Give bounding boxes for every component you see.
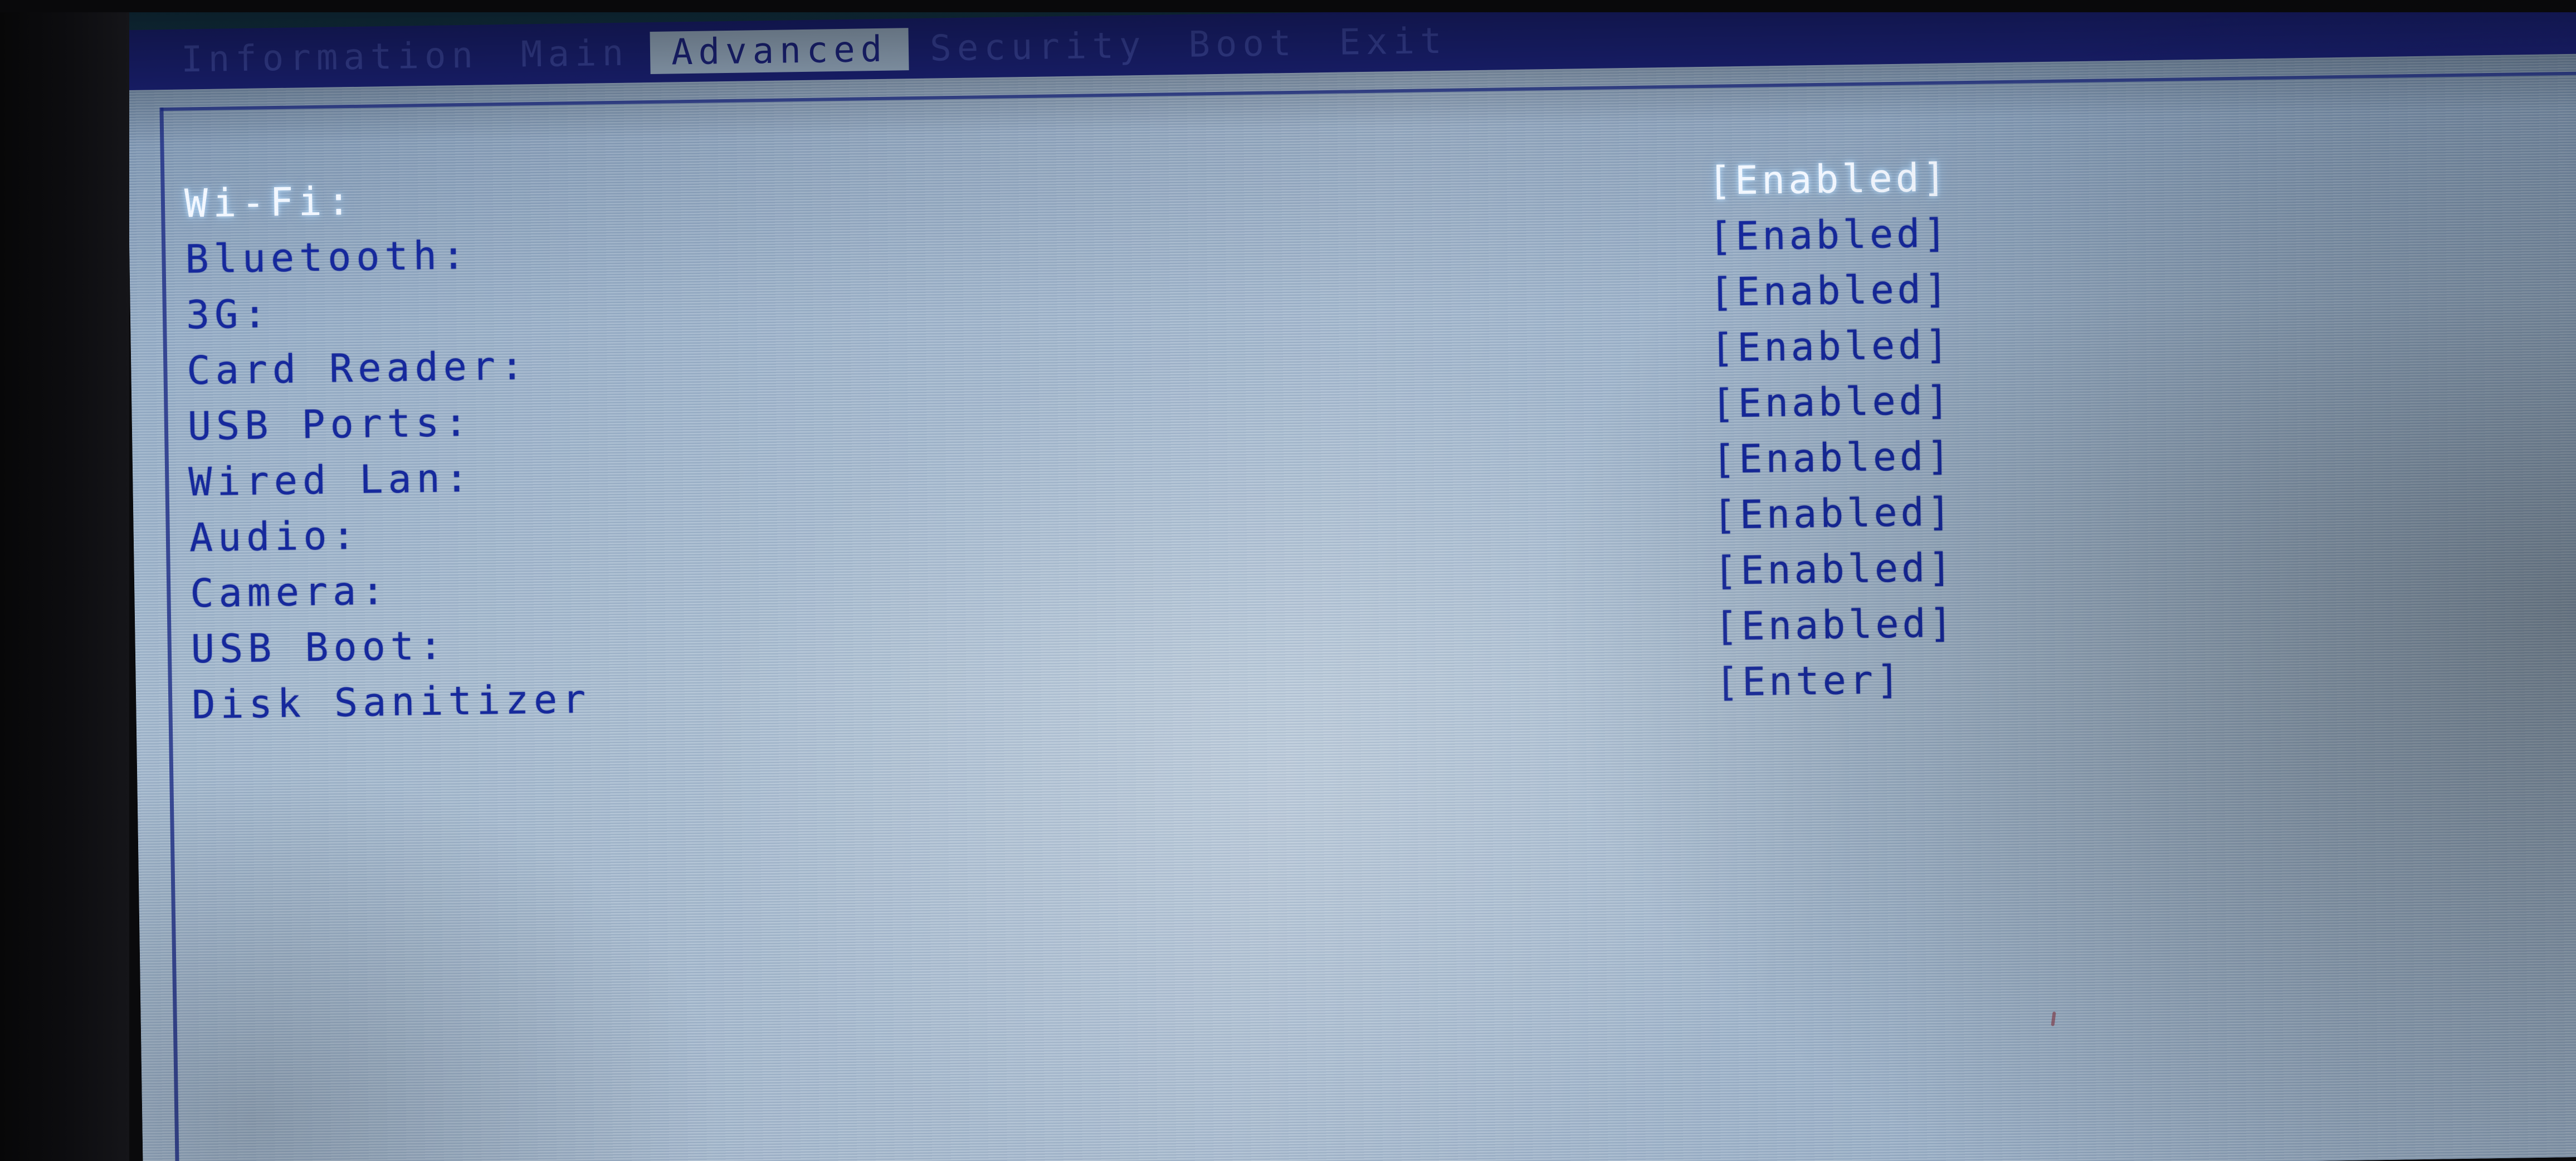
settings-row-value[interactable]: [Enabled]: [1713, 544, 1955, 593]
settings-row-label: Audio:: [189, 512, 361, 561]
settings-row-value[interactable]: [Enabled]: [1713, 489, 1954, 538]
tab-boot[interactable]: Boot: [1167, 22, 1318, 66]
settings-row-label: Camera:: [189, 568, 390, 617]
settings-row-value[interactable]: [Enabled]: [1709, 266, 1951, 315]
settings-row-label: Card Reader:: [186, 343, 529, 394]
settings-row-value[interactable]: [Enabled]: [1711, 377, 1953, 426]
tab-information[interactable]: Information: [160, 34, 500, 81]
photographed-laptop-screen: InsydeH2O Setup Utility Information Main…: [0, 0, 2576, 1161]
settings-row-label: Bluetooth:: [184, 232, 471, 282]
settings-row-label: USB Boot:: [191, 622, 448, 672]
tab-advanced[interactable]: Advanced: [650, 28, 909, 75]
tab-exit[interactable]: Exit: [1318, 19, 1468, 64]
tab-main[interactable]: Main: [499, 32, 650, 76]
settings-row-label: Disk Sanitizer: [191, 676, 591, 728]
settings-row-label: USB Ports:: [187, 399, 473, 450]
tab-security[interactable]: Security: [909, 24, 1168, 70]
settings-row-value[interactable]: [Enabled]: [1712, 433, 1954, 482]
settings-row-value[interactable]: [Enabled]: [1709, 210, 1950, 259]
settings-row-value[interactable]: [Enter]: [1715, 657, 1903, 705]
settings-row-label: 3G:: [186, 291, 272, 338]
laptop-bezel-left: [0, 0, 129, 1161]
settings-row-value[interactable]: [Enabled]: [1714, 600, 1956, 649]
settings-list: Wi-Fi: [Enabled] Bluetooth: [Enabled] 3G…: [128, 140, 2576, 733]
settings-row-label: Wi-Fi:: [184, 178, 356, 227]
settings-row-value[interactable]: [Enabled]: [1707, 154, 1949, 203]
settings-row-value[interactable]: [Enabled]: [1710, 321, 1952, 370]
settings-row-label: Wired Lan:: [188, 455, 474, 505]
laptop-bezel-top: [0, 0, 2576, 12]
bios-screen: InsydeH2O Setup Utility Information Main…: [125, 0, 2576, 1161]
